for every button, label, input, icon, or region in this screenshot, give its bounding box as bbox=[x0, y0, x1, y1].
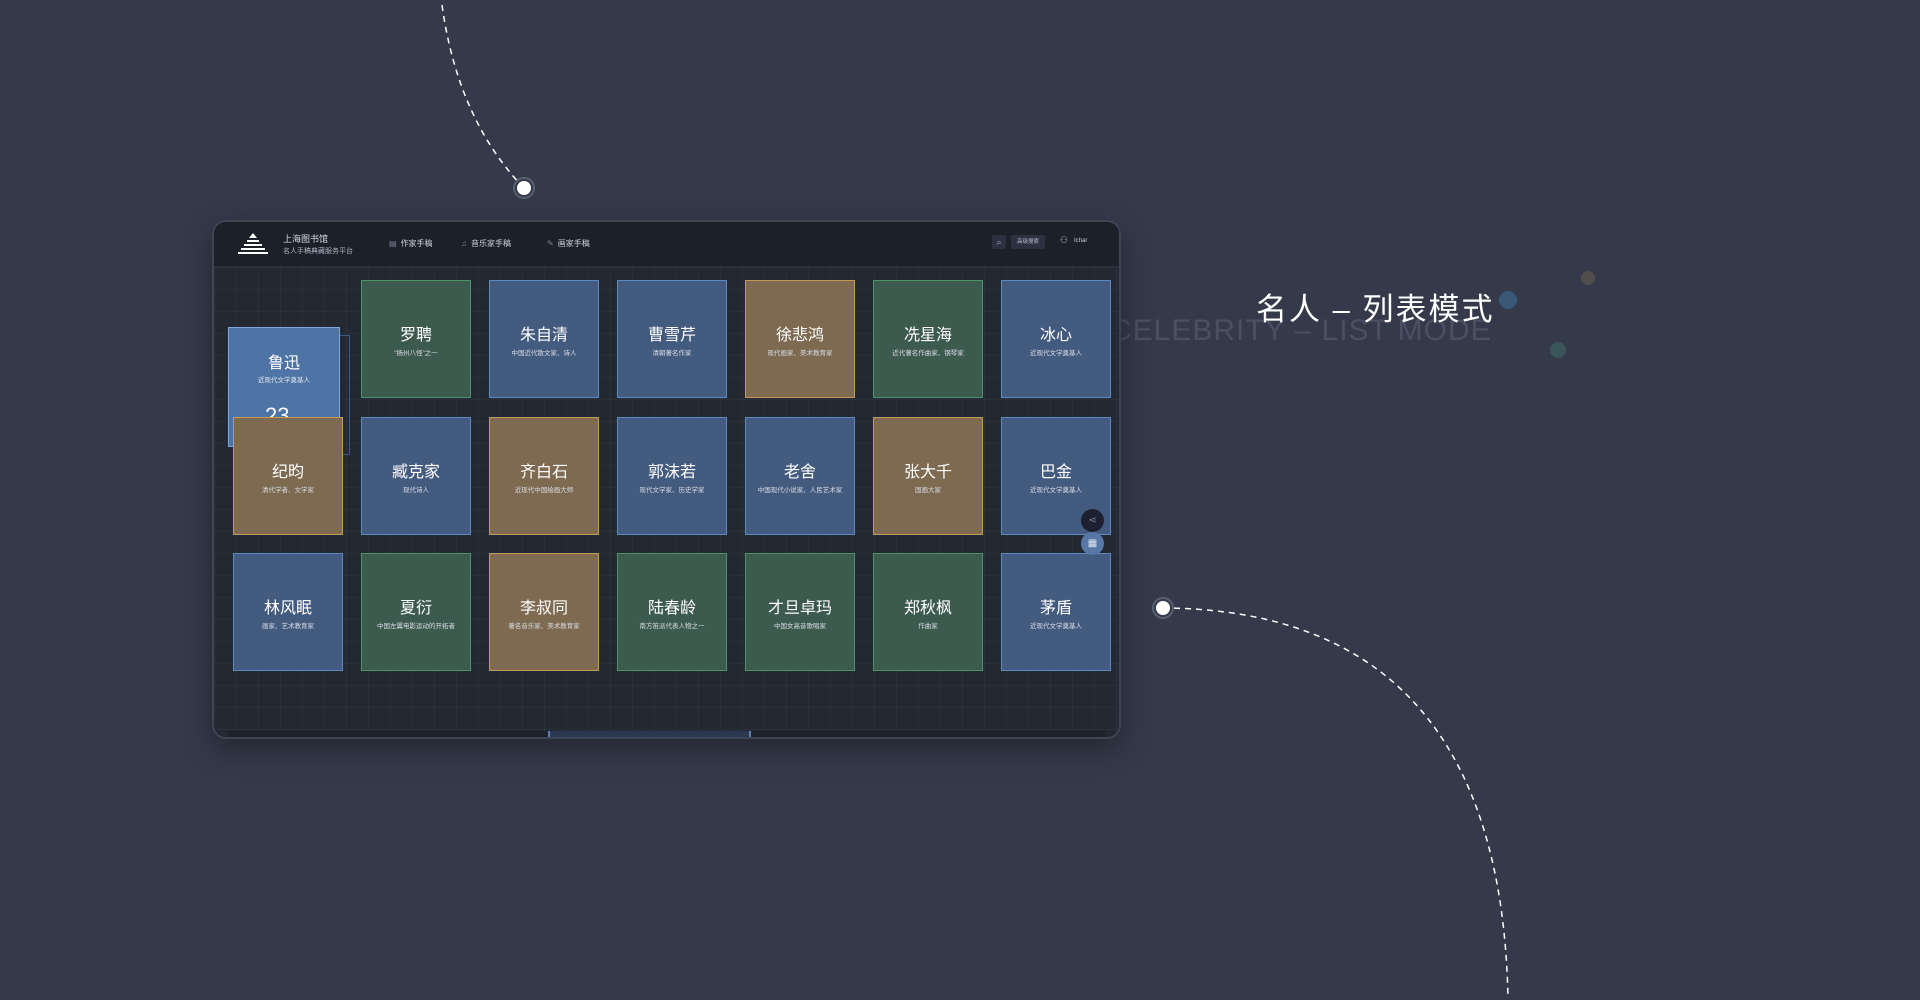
celebrity-card[interactable]: 冰心近现代文学奠基人 bbox=[1001, 280, 1111, 398]
celebrity-card[interactable]: 罗聘 “扬州八怪”之一 bbox=[361, 280, 471, 398]
celebrity-name: 老舍 bbox=[783, 464, 816, 481]
celebrity-name: 曹雪芹 bbox=[647, 327, 696, 344]
share-icon: ⋖ bbox=[1088, 515, 1097, 526]
celebrity-name: 郭沫若 bbox=[647, 464, 696, 481]
celebrity-name: 郑秋枫 bbox=[903, 600, 952, 617]
celebrity-card[interactable]: 齐白石近现代中国绘画大师 bbox=[489, 417, 599, 535]
user-name[interactable]: Ichar bbox=[1074, 238, 1087, 244]
celebrity-card[interactable]: 郑秋枫 作曲家 bbox=[873, 553, 983, 671]
celebrity-description: “扬州八怪”之一 bbox=[394, 350, 438, 357]
celebrity-name: 朱自清 bbox=[519, 327, 568, 344]
celebrity-description: 近现代文学奠基人 bbox=[1030, 350, 1082, 357]
nav-label: 画家手稿 bbox=[557, 239, 590, 248]
celebrity-description: 现代画家、美术教育家 bbox=[767, 350, 833, 357]
celebrity-card[interactable]: 林风眠画家、艺术教育家 bbox=[233, 553, 343, 671]
celebrity-name: 巴金 bbox=[1039, 464, 1072, 481]
celebrity-name: 林风眠 bbox=[263, 600, 312, 617]
timeline-selected-range[interactable] bbox=[548, 731, 751, 737]
celebrity-name: 夏衍 bbox=[399, 600, 432, 617]
celebrity-description: 国画大家 bbox=[915, 487, 941, 494]
share-button[interactable]: ⋖ bbox=[1081, 509, 1104, 532]
celebrity-name: 张大千 bbox=[903, 464, 952, 481]
celebrity-description: 画家、艺术教育家 bbox=[262, 623, 314, 630]
nav-musician-manuscripts[interactable]: ♫ 音乐家手稿 bbox=[461, 238, 511, 249]
page-title: 名人 – 列表模式 bbox=[1256, 292, 1495, 327]
app-window: 上海图书馆 名人手稿典藏服务平台 ▤ 作家手稿 ♫ 音乐家手稿 ✎ 画家手稿 ⌕… bbox=[212, 220, 1121, 739]
celebrity-card[interactable]: 茅盾近现代文学奠基人 bbox=[1001, 553, 1111, 671]
celebrity-description: 近现代中国绘画大师 bbox=[514, 487, 574, 494]
celebrity-card[interactable]: 夏衍中国左翼电影运动的开拓者 bbox=[361, 553, 471, 671]
brand-tagline: 名人手稿典藏服务平台 bbox=[283, 248, 353, 255]
celebrity-name: 李叔同 bbox=[519, 600, 568, 617]
nav-label: 音乐家手稿 bbox=[471, 239, 511, 248]
celebrity-name: 臧克家 bbox=[391, 464, 440, 481]
celebrity-description: 近现代文学奠基人 bbox=[258, 377, 310, 384]
celebrity-grid-area: 鲁迅 近现代文学奠基人 23 件 罗聘“扬州八怪”之一朱自清中国近代散文家、诗人… bbox=[214, 267, 1119, 737]
celebrity-description: 现代诗人 bbox=[403, 487, 429, 494]
celebrity-description: 中国现代小说家、人民艺术家 bbox=[757, 487, 843, 494]
celebrity-name: 陆春龄 bbox=[647, 600, 696, 617]
celebrity-description: 中国左翼电影运动的开拓者 bbox=[377, 623, 455, 630]
celebrity-name: 纪昀 bbox=[271, 464, 304, 481]
search-button[interactable]: ⌕ bbox=[992, 235, 1006, 249]
celebrity-description: 中国女高音歌唱家 bbox=[774, 623, 826, 630]
celebrity-description: 现代文学家、历史学家 bbox=[639, 487, 705, 494]
user-icon[interactable]: ⚇ bbox=[1060, 235, 1068, 246]
celebrity-description: 中国近代散文家、诗人 bbox=[511, 350, 577, 357]
celebrity-card[interactable]: 纪昀清代学者、文学家 bbox=[233, 417, 343, 535]
celebrity-description: 近现代文学奠基人 bbox=[1030, 623, 1082, 630]
celebrity-card[interactable]: 曹雪芹 清朝著名作家 bbox=[617, 280, 727, 398]
search-icon: ⌕ bbox=[996, 237, 1002, 247]
celebrity-name: 徐悲鸿 bbox=[775, 327, 824, 344]
nav-label: 作家手稿 bbox=[400, 239, 433, 248]
celebrity-card[interactable]: 冼星海近代著名作曲家、钢琴家 bbox=[873, 280, 983, 398]
advanced-search-button[interactable]: 高级搜索 bbox=[1011, 235, 1045, 249]
celebrity-card[interactable]: 老舍中国现代小说家、人民艺术家 bbox=[745, 417, 855, 535]
celebrity-name: 齐白石 bbox=[519, 464, 568, 481]
celebrity-name: 鲁迅 bbox=[267, 355, 300, 372]
nav-writer-manuscripts[interactable]: ▤ 作家手稿 bbox=[389, 238, 433, 249]
brand-name: 上海图书馆 bbox=[283, 234, 329, 244]
music-note-icon: ♫ bbox=[461, 239, 467, 248]
celebrity-card[interactable]: 臧克家 现代诗人 bbox=[361, 417, 471, 535]
celebrity-name: 冰心 bbox=[1039, 327, 1072, 344]
celebrity-name: 才旦卓玛 bbox=[767, 600, 832, 617]
grid-view-icon: ▦ bbox=[1087, 538, 1098, 549]
celebrity-card[interactable]: 陆春龄南方笛派代表人物之一 bbox=[617, 553, 727, 671]
brush-icon: ✎ bbox=[547, 239, 554, 248]
celebrity-description: 清代学者、文学家 bbox=[262, 487, 314, 494]
celebrity-description: 南方笛派代表人物之一 bbox=[639, 623, 705, 630]
celebrity-card[interactable]: 朱自清中国近代散文家、诗人 bbox=[489, 280, 599, 398]
celebrity-description: 近代著名作曲家、钢琴家 bbox=[892, 350, 964, 357]
celebrity-name: 冼星海 bbox=[903, 327, 952, 344]
celebrity-name: 罗聘 bbox=[399, 327, 432, 344]
celebrity-description: 近现代文学奠基人 bbox=[1030, 487, 1082, 494]
celebrity-name: 茅盾 bbox=[1039, 600, 1072, 617]
celebrity-description: 清朝著名作家 bbox=[652, 350, 692, 357]
celebrity-description: 作曲家 bbox=[918, 623, 938, 630]
celebrity-card[interactable]: 李叔同著名音乐家、美术教育家 bbox=[489, 553, 599, 671]
grid-view-button[interactable]: ▦ bbox=[1081, 532, 1104, 555]
celebrity-card[interactable]: 才旦卓玛中国女高音歌唱家 bbox=[745, 553, 855, 671]
library-logo-icon bbox=[238, 233, 268, 254]
celebrity-card[interactable]: 张大千 国画大家 bbox=[873, 417, 983, 535]
nav-painter-manuscripts[interactable]: ✎ 画家手稿 bbox=[547, 238, 590, 249]
celebrity-card[interactable]: 徐悲鸿现代画家、美术教育家 bbox=[745, 280, 855, 398]
celebrity-card[interactable]: 郭沫若现代文学家、历史学家 bbox=[617, 417, 727, 535]
book-icon: ▤ bbox=[389, 239, 397, 248]
celebrity-description: 著名音乐家、美术教育家 bbox=[508, 623, 580, 630]
top-navigation-bar: 上海图书馆 名人手稿典藏服务平台 ▤ 作家手稿 ♫ 音乐家手稿 ✎ 画家手稿 ⌕… bbox=[214, 222, 1119, 267]
